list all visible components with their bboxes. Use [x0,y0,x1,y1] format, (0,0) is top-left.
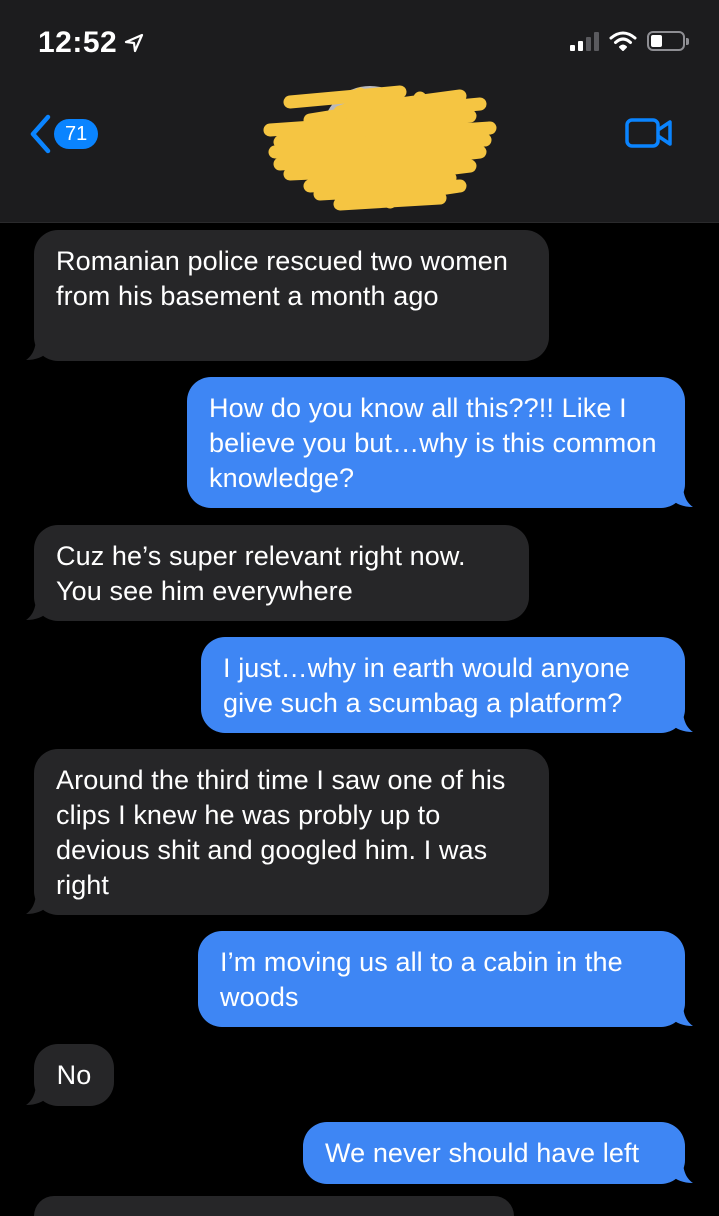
bubble-tail [26,1082,48,1105]
incoming-message[interactable]: Around the third time I saw one of his c… [34,749,549,915]
outgoing-message[interactable]: I’m moving us all to a cabin in the wood… [198,931,685,1027]
bubble-tail [671,484,693,507]
bubble-tail [671,709,693,732]
bubble-tail [26,891,48,914]
chevron-left-icon [30,114,51,154]
outgoing-message[interactable]: How do you know all this??!! Like I beli… [187,377,685,508]
location-arrow-icon [125,33,144,53]
bubble-tail [671,1160,693,1183]
video-camera-icon [625,118,672,148]
cellular-signal-icon [570,31,599,51]
back-button[interactable]: 71 [28,114,99,154]
unread-count-badge: 71 [54,119,99,149]
message-thread[interactable]: Romanian police rescued two women from h… [0,222,719,1216]
status-icons [570,30,689,52]
incoming-message[interactable]: Cuz he’s super relevant right now. You s… [34,525,529,621]
bubble-tail [26,337,48,360]
facetime-video-button[interactable] [625,117,673,154]
outgoing-message[interactable]: We never should have left [303,1122,685,1184]
conversation-header: 12:52 71 Attica [0,0,719,223]
contact-info[interactable]: Attica [250,82,510,217]
incoming-message[interactable]: Romanian police rescued two women from h… [34,230,549,361]
bubble-tail [671,1003,693,1026]
bubble-tail [26,597,48,620]
status-time-text: 12:52 [38,26,118,59]
status-time: 12:52 [38,26,145,60]
wifi-icon [609,31,637,51]
battery-level [651,35,662,47]
incoming-message-partial[interactable] [34,1196,514,1216]
redaction-scribble [263,85,497,211]
battery-icon [647,31,689,51]
outgoing-message[interactable]: I just…why in earth would anyone give su… [201,637,685,733]
